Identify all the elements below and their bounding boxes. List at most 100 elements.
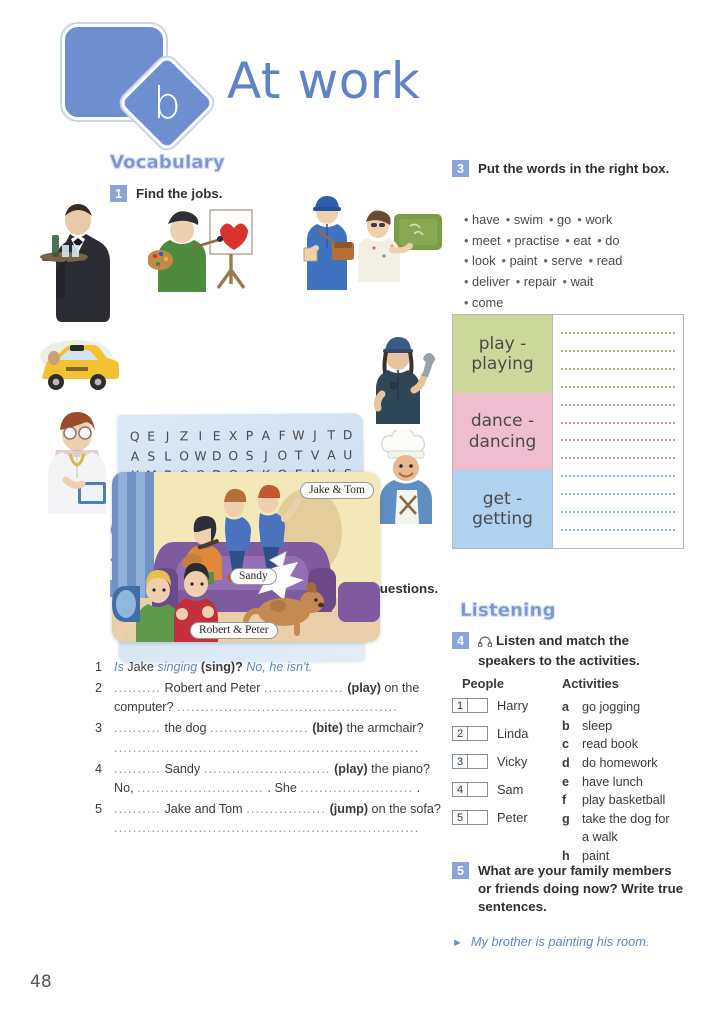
answer-line[interactable]: [561, 324, 675, 342]
q5-hint: (jump): [329, 801, 369, 816]
word-bank-line: • look • paint • serve • read: [464, 251, 686, 272]
ws-cell: D: [211, 447, 222, 463]
verb-form-get: get - getting: [453, 470, 552, 549]
answer-blank[interactable]: [468, 754, 488, 769]
answer-line[interactable]: [561, 432, 675, 450]
word-bank-line: • deliver • repair • wait: [464, 272, 686, 293]
activity-text: have lunch: [582, 774, 643, 789]
answer-line[interactable]: [561, 485, 675, 503]
q4-mid: Sandy: [161, 761, 204, 776]
question-body[interactable]: .......... Sandy .......................…: [114, 760, 445, 798]
person-name: Sam: [497, 782, 524, 797]
question-item: 3 .......... the dog ...................…: [95, 719, 445, 757]
ws-cell: O: [228, 447, 239, 463]
answer-box[interactable]: 5: [452, 810, 488, 825]
ws-cell: F: [278, 427, 286, 443]
question-body[interactable]: .......... Jake and Tom ................…: [114, 800, 445, 838]
answer-blank[interactable]: ...........................: [137, 781, 264, 795]
blank[interactable]: ..........: [114, 802, 161, 816]
word: eat: [573, 232, 592, 248]
ws-cell: A: [130, 448, 140, 464]
word: paint: [509, 253, 538, 269]
activity-text: do homework: [582, 755, 658, 770]
ws-cell: E: [147, 428, 156, 444]
q5-mid: Jake and Tom: [161, 801, 247, 816]
answer-line[interactable]: [561, 396, 675, 414]
question-number: 2: [95, 681, 103, 696]
answer-line[interactable]: [561, 360, 675, 378]
ws-cell: Z: [179, 428, 189, 444]
word-bank-word: • repair: [515, 274, 557, 290]
exercise-4-text: Listen and match the speakers to the act…: [478, 633, 640, 669]
person-name: Linda: [497, 726, 529, 741]
q2-mid: Robert and Peter: [161, 681, 264, 696]
answer-line[interactable]: [561, 503, 675, 521]
ws-cell: U: [343, 446, 353, 462]
blank[interactable]: .....................: [210, 721, 309, 735]
word: practise: [514, 232, 560, 248]
answer-line[interactable]: [561, 467, 675, 485]
answer-box[interactable]: 1: [452, 698, 488, 713]
blank[interactable]: ..........: [114, 721, 161, 735]
activities-column: a go jogging b sleep c read book d do ho…: [562, 698, 687, 866]
ws-cell: S: [147, 448, 156, 464]
answer-box[interactable]: 4: [452, 782, 488, 797]
unit-letter: b: [153, 77, 181, 129]
word: come: [472, 294, 504, 310]
answer-blank[interactable]: [468, 782, 488, 797]
activity-item: a go jogging: [562, 698, 687, 717]
word: serve: [551, 253, 583, 269]
blank[interactable]: ..........: [114, 762, 161, 776]
question-item: 1 Is Jake singing (sing)? No, he isn't.: [95, 658, 445, 677]
blank[interactable]: ...........................: [204, 762, 331, 776]
ws-cell: Q: [129, 428, 140, 444]
ws-cell: O: [277, 447, 288, 463]
activity-item: d do homework: [562, 754, 687, 773]
answer-blank[interactable]: ........................................…: [114, 741, 419, 755]
question-number: 4: [95, 761, 103, 776]
question-body[interactable]: .......... the dog .....................…: [114, 719, 445, 757]
blank[interactable]: ..........: [114, 681, 161, 695]
person-name: Vicky: [497, 754, 528, 769]
answer-blank[interactable]: [468, 698, 488, 713]
answer-blank[interactable]: ........................: [300, 781, 413, 795]
exercise-number-4: 4: [452, 632, 469, 649]
blank[interactable]: .................: [264, 681, 344, 695]
activity-letter: f: [562, 793, 567, 808]
q3-tail: the armchair?: [343, 721, 424, 736]
answer-line[interactable]: [561, 378, 675, 396]
person-row: 5 Peter: [452, 810, 562, 825]
answer-line[interactable]: [561, 449, 675, 467]
activity-letter: g: [562, 811, 570, 826]
answer-line[interactable]: [561, 342, 675, 360]
verb-forms-table: play - playing dance - dancing get - get…: [452, 314, 684, 549]
verb-forms-answer-area[interactable]: [552, 315, 683, 548]
blank[interactable]: .................: [246, 802, 326, 816]
answer-box[interactable]: 2: [452, 726, 488, 741]
activity-text: play basketball: [582, 793, 666, 808]
word-bank-line: • meet • practise • eat • do: [464, 231, 686, 252]
person-row: 3 Vicky: [452, 754, 562, 769]
answer-blank[interactable]: ........................................…: [177, 700, 398, 714]
q4-she: . She: [263, 780, 301, 795]
answer-box[interactable]: 3: [452, 754, 488, 769]
word-bank-word: • wait: [562, 274, 594, 290]
answer-blank[interactable]: ........................................…: [114, 821, 419, 835]
matching-body: 1 Harry 2 Linda 3 Vicky 4 Sam 5 Peter a …: [452, 698, 687, 866]
answer-blank[interactable]: [468, 810, 488, 825]
question-body[interactable]: Is Jake singing (sing)? No, he isn't.: [114, 658, 445, 677]
answer-line[interactable]: [561, 414, 675, 432]
answer-blank[interactable]: [468, 726, 488, 741]
word: deliver: [472, 274, 510, 290]
q1-answer: No, he isn't.: [242, 660, 313, 674]
question-body[interactable]: .......... Robert and Peter ............…: [114, 679, 445, 717]
answer-line[interactable]: [561, 521, 675, 539]
teacher-illustration: [358, 210, 444, 282]
word: work: [585, 212, 613, 227]
activity-item: b sleep: [562, 717, 687, 736]
word-bank-word: • deliver: [464, 274, 510, 290]
mechanic-illustration: [366, 332, 440, 424]
word-bank-word: • look: [464, 253, 496, 269]
q2-hint: (play): [347, 681, 381, 696]
exercise-number-1: 1: [110, 185, 127, 202]
